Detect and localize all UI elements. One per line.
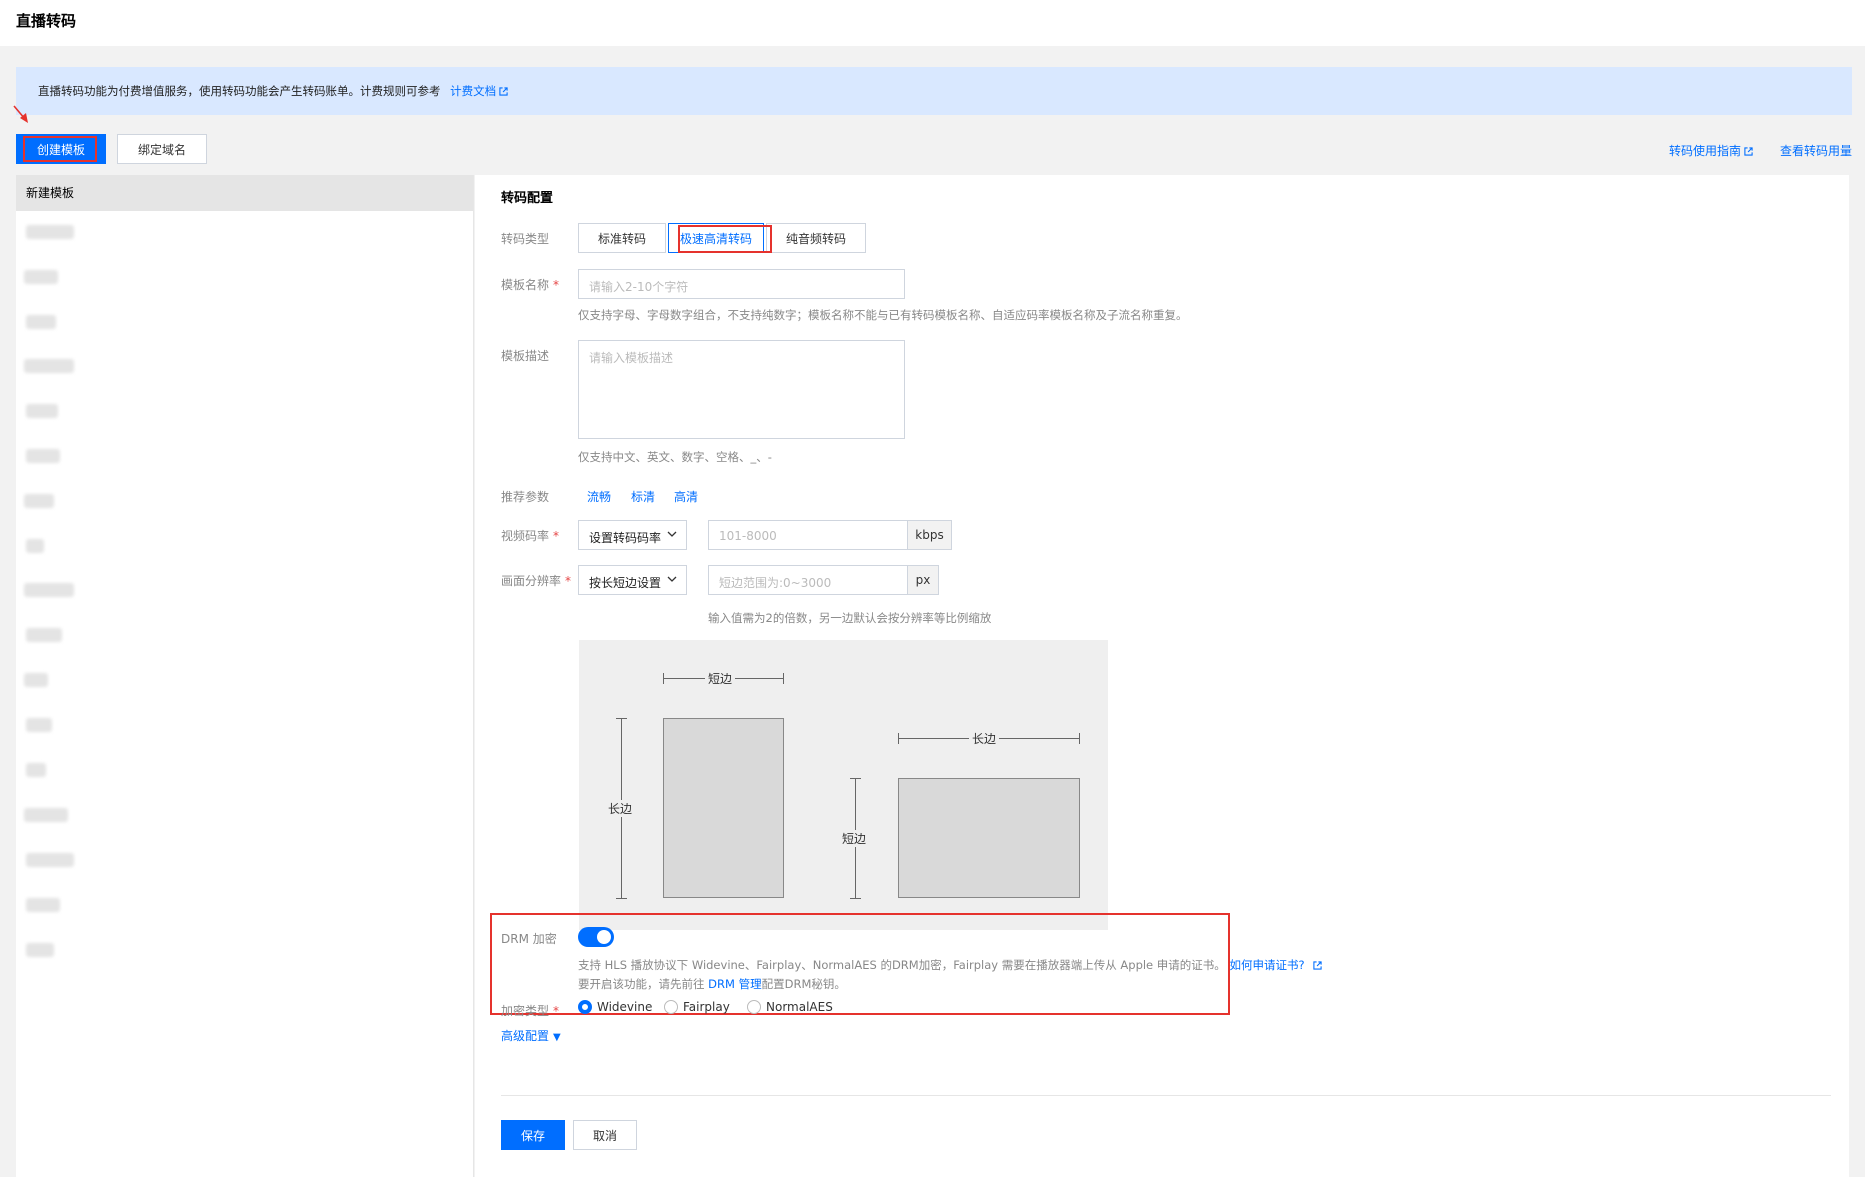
enc-type-label: 加密类型 *: [501, 1004, 560, 1018]
list-item[interactable]: [26, 763, 46, 777]
list-item[interactable]: [26, 943, 54, 957]
type-standard-option[interactable]: 标准转码: [578, 223, 666, 253]
list-item[interactable]: [26, 898, 60, 912]
section-title: 转码配置: [501, 191, 554, 206]
page-title: 直播转码: [16, 12, 77, 30]
desc-hint: 仅支持中文、英文、数字、空格、_、-: [578, 450, 772, 464]
list-item[interactable]: [24, 359, 74, 373]
transcode-guide-link[interactable]: 转码使用指南: [1669, 142, 1753, 159]
recommend-smooth-link[interactable]: 流畅: [587, 488, 611, 505]
bitrate-input[interactable]: 101-8000: [708, 520, 908, 550]
resolution-mode-select[interactable]: 按长短边设置: [578, 565, 687, 595]
billing-notice: 直播转码功能为付费增值服务，使用转码功能会产生转码账单。计费规则可参考 计费文档: [16, 67, 1852, 115]
create-template-button[interactable]: 创建模板: [16, 134, 106, 164]
long-edge-tick-bottom: [616, 898, 627, 899]
radio-dot: [578, 1000, 592, 1014]
enc-normalaes-radio[interactable]: NormalAES: [747, 1000, 833, 1014]
billing-doc-link[interactable]: 计费文档: [450, 84, 508, 98]
landscape-frame: [898, 778, 1080, 898]
toggle-knob: [597, 930, 611, 944]
short-edge-tick-top: [850, 778, 861, 779]
bitrate-label: 视频码率 *: [501, 529, 560, 543]
bind-domain-button[interactable]: 绑定域名: [117, 134, 207, 164]
list-item[interactable]: [26, 449, 60, 463]
drm-desc-line2: 要开启该功能，请先前往 DRM 管理配置DRM秘钥。: [578, 977, 846, 991]
short-edge-tick-bottom: [850, 898, 861, 899]
bitrate-mode-select[interactable]: 设置转码码率: [578, 520, 687, 550]
long-edge-tick-top: [616, 718, 627, 719]
name-hint: 仅支持字母、字母数字组合，不支持纯数字；模板名称不能与已有转码模板名称、自适应码…: [578, 308, 1188, 322]
resolution-diagram: 短边 长边 长边 短边: [579, 640, 1108, 930]
portrait-frame: [663, 718, 784, 898]
type-label: 转码类型: [501, 232, 550, 246]
short-edge-tick-right: [783, 673, 784, 684]
external-link-icon: [1744, 147, 1753, 156]
list-item[interactable]: [24, 673, 48, 687]
how-to-apply-cert-link[interactable]: 如何申请证书?: [1229, 958, 1322, 972]
chevron-down-icon: [667, 531, 677, 537]
type-hd-option[interactable]: 极速高清转码: [668, 223, 764, 253]
form-divider: [501, 1095, 1831, 1096]
long-edge-label-portrait: 长边: [605, 800, 636, 817]
list-item[interactable]: [26, 718, 52, 732]
name-label: 模板名称 *: [501, 278, 560, 292]
short-edge-label-landscape: 短边: [839, 830, 870, 847]
resolution-unit: px: [907, 565, 939, 595]
cancel-button[interactable]: 取消: [573, 1120, 637, 1150]
sidebar-item-new-template[interactable]: 新建模板: [16, 175, 473, 211]
drm-toggle[interactable]: [578, 927, 614, 947]
advanced-config-toggle[interactable]: 高级配置 ▼: [501, 1027, 561, 1044]
resolution-hint: 输入值需为2的倍数，另一边默认会按分辨率等比例缩放: [708, 611, 992, 625]
external-link-icon: [499, 87, 508, 96]
list-item[interactable]: [24, 583, 74, 597]
list-item[interactable]: [26, 404, 58, 418]
external-link-icon: [1312, 961, 1322, 970]
save-button[interactable]: 保存: [501, 1120, 565, 1150]
chevron-down-icon: [667, 576, 677, 582]
short-edge-tick-left: [663, 673, 664, 684]
template-name-input[interactable]: 请输入2-10个字符: [578, 269, 905, 299]
long-edge-tick-left: [898, 733, 899, 744]
caret-down-icon: ▼: [553, 1032, 561, 1043]
template-list-sidebar: 新建模板: [16, 175, 474, 1177]
annotation-arrow-icon: [13, 105, 28, 123]
list-item[interactable]: [24, 494, 54, 508]
desc-label: 模板描述: [501, 349, 550, 363]
template-desc-textarea[interactable]: 请输入模板描述: [578, 340, 905, 439]
list-item[interactable]: [26, 225, 74, 239]
bitrate-unit: kbps: [907, 520, 952, 550]
radio-dot: [747, 1000, 761, 1014]
list-item[interactable]: [26, 539, 44, 553]
long-edge-label-landscape: 长边: [969, 730, 1000, 747]
drm-manage-link[interactable]: DRM 管理: [708, 977, 761, 991]
enc-widevine-radio[interactable]: Widevine: [578, 1000, 652, 1014]
list-item[interactable]: [26, 853, 74, 867]
resolution-input[interactable]: 短边范围为:0~3000: [708, 565, 908, 595]
view-usage-link[interactable]: 查看转码用量: [1780, 142, 1852, 159]
drm-desc-line1: 支持 HLS 播放协议下 Widevine、Fairplay、NormalAES…: [578, 957, 1322, 973]
resolution-label: 画面分辨率 *: [501, 574, 572, 588]
drm-label: DRM 加密: [501, 932, 557, 946]
notice-text-line: 直播转码功能为付费增值服务，使用转码功能会产生转码账单。计费规则可参考 计费文档: [38, 83, 508, 99]
radio-dot: [664, 1000, 678, 1014]
notice-text: 直播转码功能为付费增值服务，使用转码功能会产生转码账单。计费规则可参考: [38, 84, 441, 98]
list-item[interactable]: [24, 808, 68, 822]
list-item[interactable]: [26, 628, 62, 642]
enc-fairplay-radio[interactable]: Fairplay: [664, 1000, 730, 1014]
type-audio-option[interactable]: 纯音频转码: [766, 223, 866, 253]
list-item[interactable]: [24, 270, 58, 284]
list-item[interactable]: [26, 315, 56, 329]
recommend-hd-link[interactable]: 高清: [674, 488, 698, 505]
recommend-sd-link[interactable]: 标清: [631, 488, 655, 505]
recommend-label: 推荐参数: [501, 490, 550, 504]
short-edge-label-portrait: 短边: [705, 670, 736, 687]
transcode-config-form: 转码配置 转码类型 标准转码 极速高清转码 纯音频转码 模板名称 * 请输入2-1…: [475, 175, 1849, 1177]
long-edge-tick-right: [1079, 733, 1080, 744]
top-bar: 直播转码: [0, 0, 1865, 46]
